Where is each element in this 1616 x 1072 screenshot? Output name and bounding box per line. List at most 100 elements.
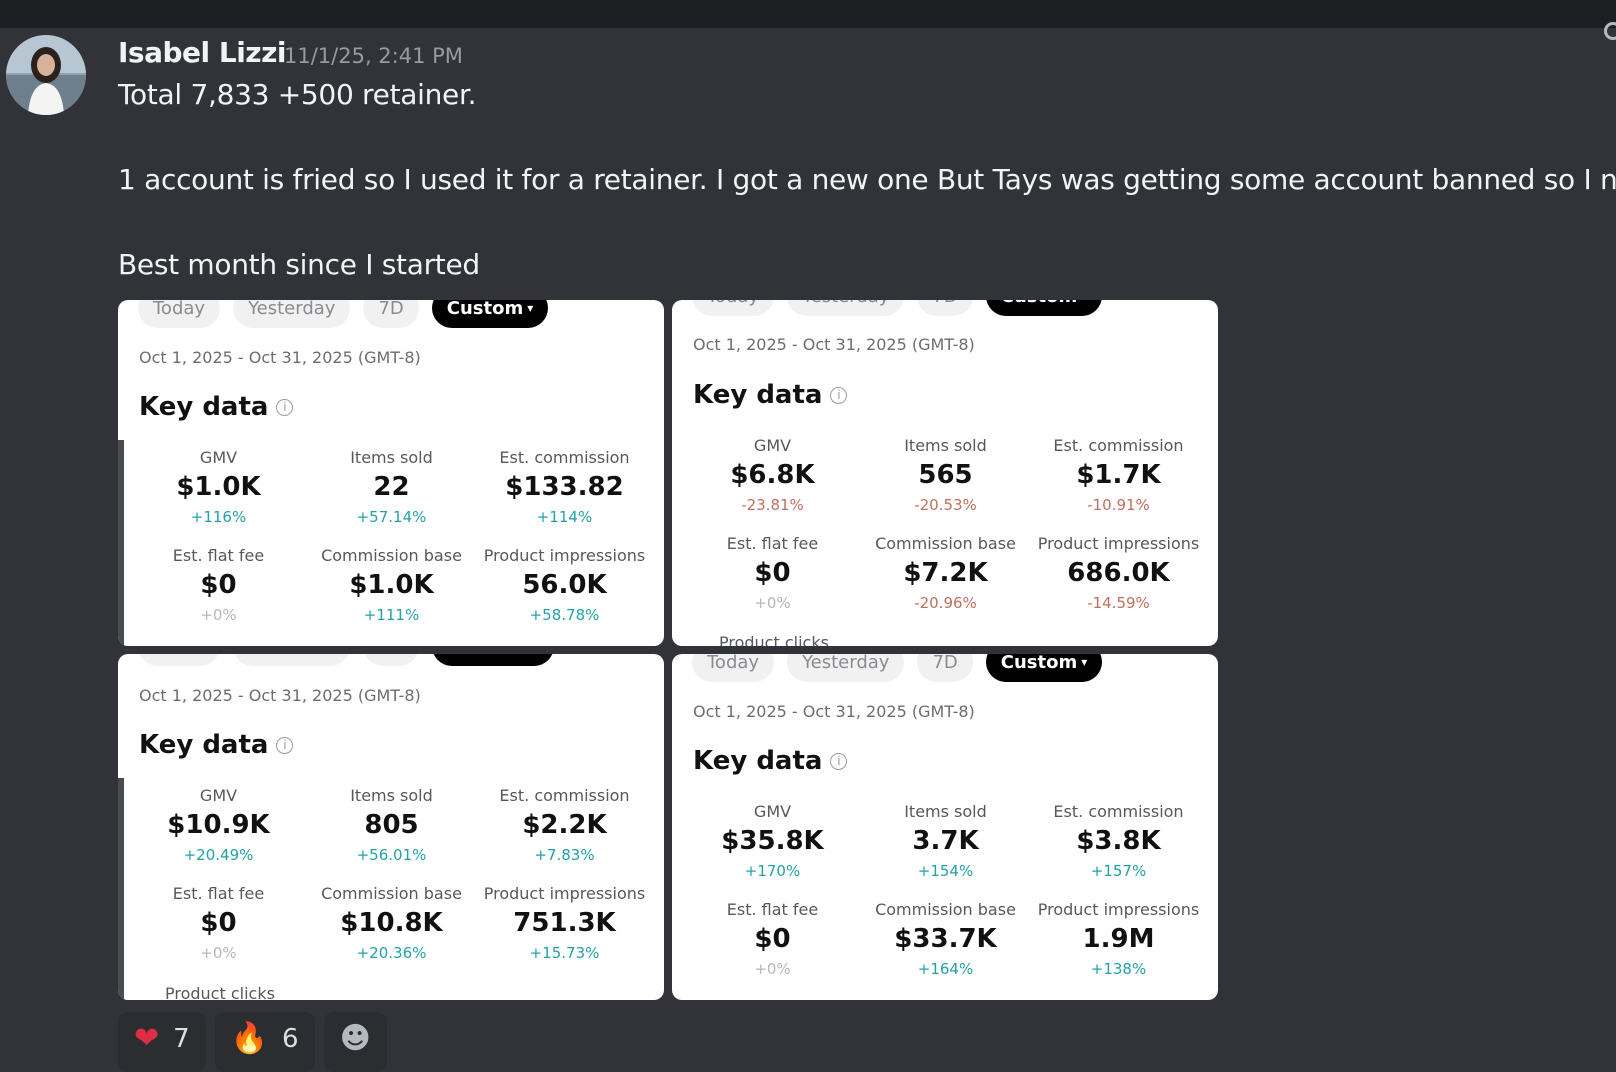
reaction-heart[interactable]: ❤ 7: [118, 1012, 206, 1072]
metric-change: +0%: [754, 960, 791, 978]
metric-change: +111%: [363, 606, 420, 624]
reactions-bar: ❤ 7 🔥 6 ☻: [118, 1012, 387, 1072]
metric-change: +15.73%: [529, 944, 600, 962]
date-filter-bar: Today Yesterday 7D Custom▾: [138, 300, 549, 328]
metric-label: GMV: [753, 436, 792, 455]
filter-custom[interactable]: Custom ▾: [431, 654, 554, 666]
author-name[interactable]: Isabel Lizzi: [118, 36, 287, 69]
message-line: Best month since I started: [118, 248, 480, 281]
metric-value: $33.7K: [894, 924, 997, 954]
metric-change: +20.49%: [183, 846, 254, 864]
reaction-fire[interactable]: 🔥 6: [214, 1012, 315, 1072]
message-line: 1 account is fried so I used it for a re…: [118, 163, 1616, 196]
info-icon[interactable]: i: [830, 386, 848, 404]
metrics-grid: GMV $35.8K +170% Items sold 3.7K +154% Est. …: [686, 802, 1205, 998]
date-filter-bar: Today Yesterday 7D Custom ▾: [138, 654, 554, 666]
metric-value: $2.2K: [522, 810, 607, 840]
screenshot-attachment[interactable]: Today Yesterday 7D Custom▾ Oct 1, 2025 -…: [672, 654, 1218, 1000]
metric-product-impressions: Product impressions 686.0K -14.59%: [1032, 534, 1205, 632]
metric-est-flat-fee: Est. flat fee $0 +0%: [132, 546, 305, 644]
key-data-label: Key data: [139, 730, 269, 760]
screenshot-attachment[interactable]: Today Yesterday 7D Custom▾ Oct 1, 2025 -…: [672, 300, 1218, 646]
metric-label: Product clicks: [165, 984, 275, 1000]
smiley-icon: ☻: [339, 1021, 371, 1056]
metric-product-impressions: Product impressions 1.9M +138%: [1032, 900, 1205, 998]
metric-change: +164%: [917, 960, 974, 978]
metric-label: Est. flat fee: [726, 534, 819, 553]
screenshot-attachment[interactable]: Today Yesterday 7D Custom ▾ Oct 1, 2025 …: [118, 654, 664, 1000]
key-data-label: Key data: [139, 392, 269, 422]
filter-7d[interactable]: 7D: [917, 300, 973, 316]
search-icon[interactable]: [1604, 22, 1616, 40]
metric-label: Product impressions: [483, 884, 646, 903]
metric-label: Items sold: [904, 436, 987, 455]
metric-change: -14.59%: [1087, 594, 1150, 612]
filter-yesterday[interactable]: Yesterday: [233, 300, 351, 328]
add-reaction-button[interactable]: ☻: [323, 1012, 387, 1072]
metric-label: Commission base: [875, 900, 1016, 919]
metrics-grid: GMV $6.8K -23.81% Items sold 565 -20.53% Est…: [686, 436, 1205, 632]
metric-label: Product impressions: [1037, 900, 1200, 919]
metric-change: +7.83%: [534, 846, 595, 864]
reaction-count: 6: [282, 1024, 299, 1054]
filter-7d[interactable]: 7D: [363, 654, 419, 666]
metric-commission-base: Commission base $10.8K +20.36%: [305, 884, 478, 982]
metric-change: +56.01%: [356, 846, 427, 864]
metric-change: +157%: [1090, 862, 1147, 880]
metric-est-flat-fee: Est. flat fee $0 +0%: [686, 900, 859, 998]
metric-value: $35.8K: [721, 826, 824, 856]
filter-today[interactable]: Today: [692, 300, 775, 316]
info-icon[interactable]: i: [276, 736, 294, 754]
metric-commission-base: Commission base $33.7K +164%: [859, 900, 1032, 998]
avatar[interactable]: [6, 35, 86, 115]
reaction-count: 7: [173, 1024, 190, 1054]
filter-yesterday[interactable]: Yesterday: [787, 654, 905, 682]
metric-change: -20.53%: [914, 496, 977, 514]
filter-custom[interactable]: Custom▾: [985, 300, 1103, 316]
metric-value: 3.7K: [912, 826, 979, 856]
metric-value: 56.0K: [522, 570, 607, 600]
filter-yesterday[interactable]: Yesterday: [787, 300, 905, 316]
filter-yesterday[interactable]: Yesterday: [233, 654, 351, 666]
screenshot-attachment[interactable]: Today Yesterday 7D Custom▾ Oct 1, 2025 -…: [118, 300, 664, 646]
metric-change: +154%: [917, 862, 974, 880]
filter-today[interactable]: Today: [138, 654, 221, 666]
divider: [118, 440, 124, 646]
filter-custom-label: Custom: [446, 300, 524, 319]
metric-value: 686.0K: [1067, 558, 1170, 588]
metrics-grid: GMV $10.9K +20.49% Items sold 805 +56.01% Es…: [132, 786, 651, 982]
metric-label: Est. commission: [1053, 802, 1184, 821]
metric-value: $3.8K: [1076, 826, 1161, 856]
metric-value: $0: [200, 908, 237, 938]
metric-label: Est. commission: [499, 786, 630, 805]
message-timestamp: 11/1/25, 2:41 PM: [284, 44, 463, 68]
metric-label: Commission base: [875, 534, 1016, 553]
metric-value: 1.9M: [1082, 924, 1155, 954]
filter-today[interactable]: Today: [138, 300, 221, 328]
metric-est-commission: Est. commission $2.2K +7.83%: [478, 786, 651, 884]
metric-label: Est. flat fee: [172, 884, 265, 903]
filter-custom[interactable]: Custom▾: [985, 654, 1103, 682]
info-icon[interactable]: i: [830, 752, 848, 770]
message-line: Total 7,833 +500 retainer.: [118, 78, 477, 111]
metric-est-commission: Est. commission $1.7K -10.91%: [1032, 436, 1205, 534]
filter-custom[interactable]: Custom▾: [431, 300, 549, 328]
chevron-down-icon: ▾: [1081, 300, 1087, 303]
metric-label: Product clicks: [719, 633, 829, 646]
metric-label: GMV: [199, 448, 238, 467]
metric-items-sold: Items sold 22 +57.14%: [305, 448, 478, 546]
metric-change: -20.96%: [914, 594, 977, 612]
metric-value: 565: [918, 460, 973, 490]
metric-change: -10.91%: [1087, 496, 1150, 514]
metric-value: 751.3K: [513, 908, 616, 938]
key-data-label: Key data: [693, 380, 823, 410]
metric-items-sold: Items sold 565 -20.53%: [859, 436, 1032, 534]
info-icon[interactable]: i: [276, 398, 294, 416]
date-filter-bar: Today Yesterday 7D Custom▾: [692, 654, 1103, 682]
date-range: Oct 1, 2025 - Oct 31, 2025 (GMT-8): [693, 702, 975, 721]
metric-value: $1.7K: [1076, 460, 1161, 490]
filter-7d[interactable]: 7D: [363, 300, 419, 328]
metric-value: $1.0K: [176, 472, 261, 502]
filter-today[interactable]: Today: [692, 654, 775, 682]
filter-7d[interactable]: 7D: [917, 654, 973, 682]
